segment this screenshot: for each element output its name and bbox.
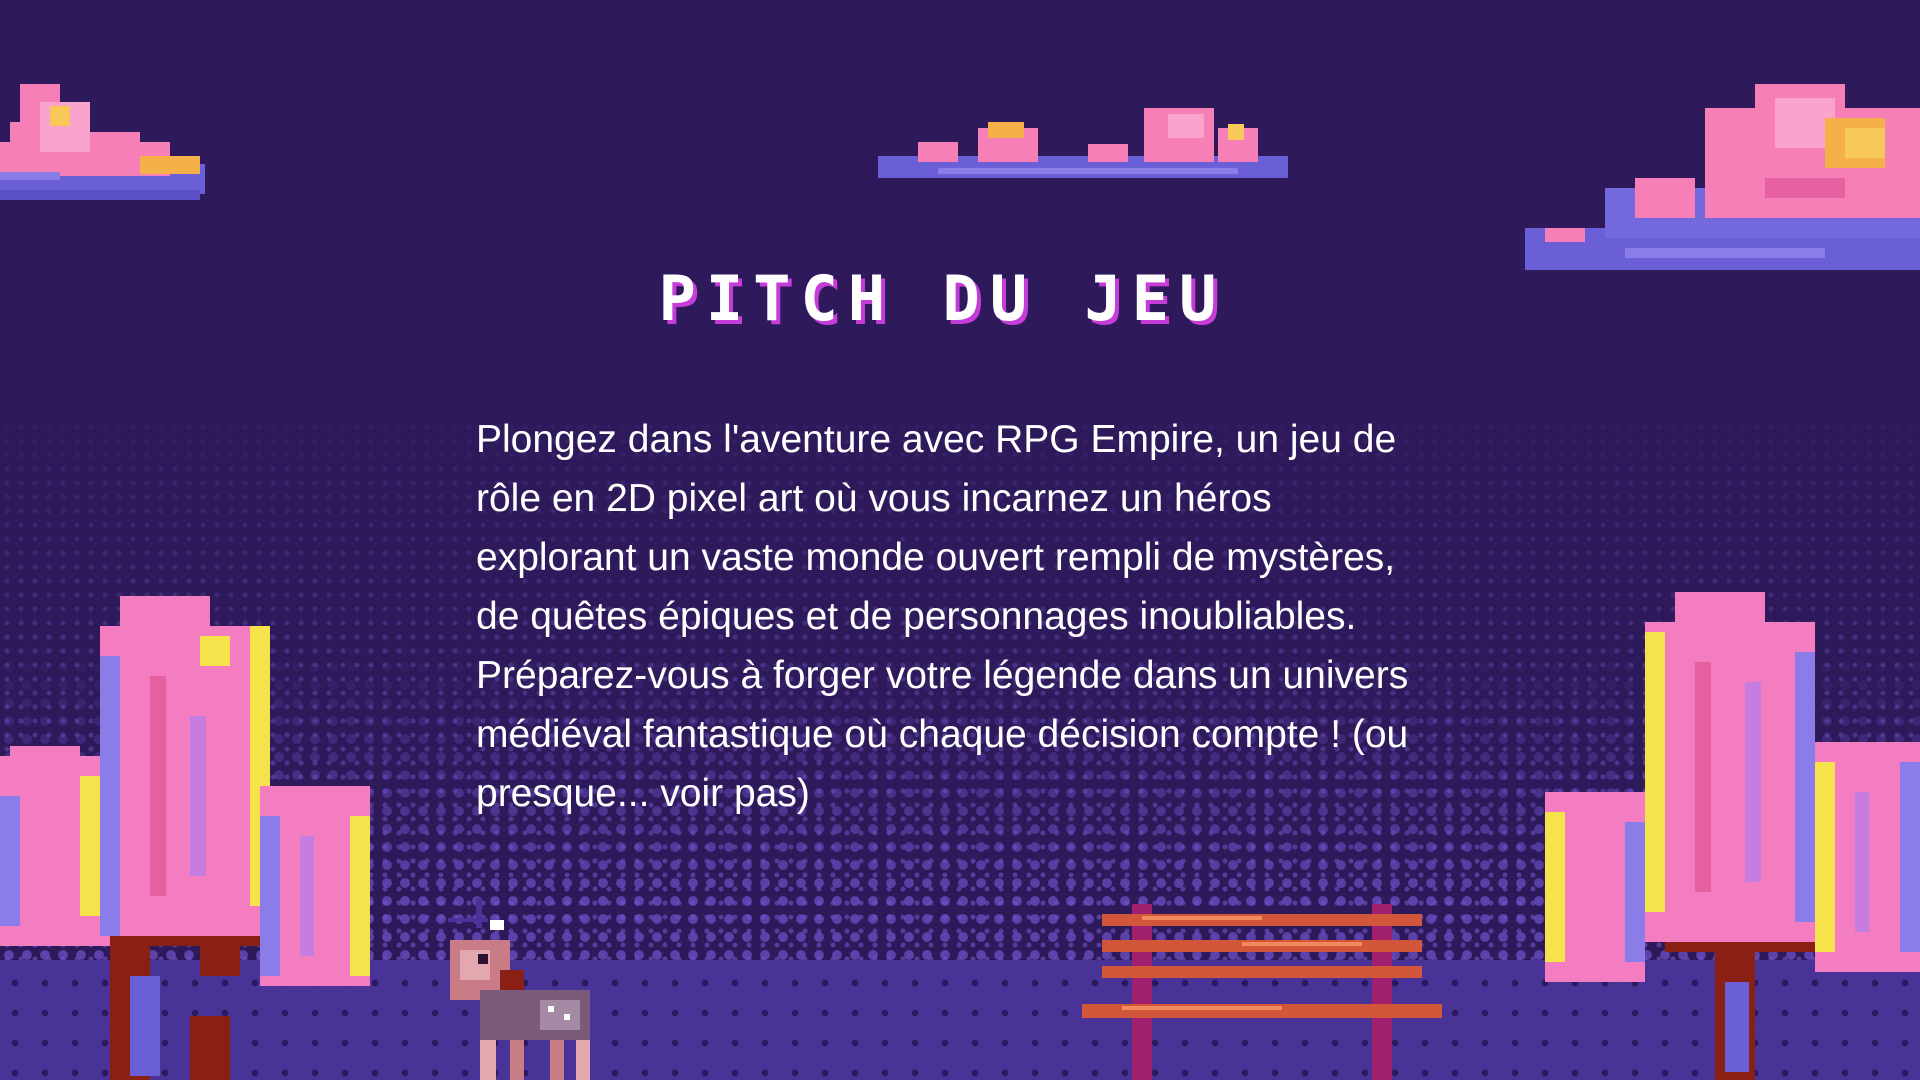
slide-canvas: PITCH DU JEU Plongez dans l'aventure ave… — [0, 0, 1920, 1080]
tree-icon — [0, 596, 370, 1080]
deer-icon — [448, 898, 590, 1080]
cloud-icon — [0, 84, 205, 200]
cloud-icon — [878, 108, 1288, 178]
pitch-text: Plongez dans l'aventure avec RPG Empire,… — [476, 418, 1409, 815]
cloud-icon — [1525, 84, 1920, 270]
page-title: PITCH DU JEU — [658, 262, 1227, 335]
bench-icon — [1082, 904, 1442, 1080]
tree-icon — [1545, 592, 1920, 1080]
